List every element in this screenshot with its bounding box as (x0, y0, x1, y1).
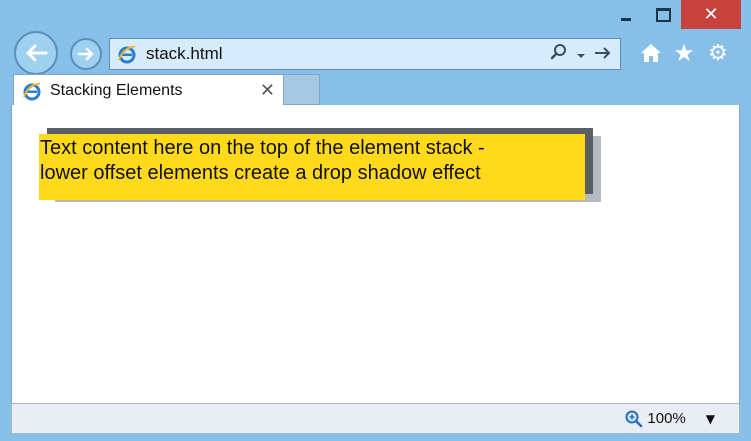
back-button[interactable] (14, 31, 58, 75)
minimize-icon (621, 18, 631, 21)
maximize-button[interactable] (646, 0, 680, 29)
address-bar[interactable]: stack.html (109, 38, 621, 70)
tab-stacking-elements[interactable]: Stacking Elements ✕ (13, 74, 284, 106)
go-arrow-icon[interactable] (594, 45, 612, 64)
forward-arrow-icon (77, 47, 94, 61)
zoom-icon[interactable] (625, 410, 643, 428)
tab-close-icon[interactable]: ✕ (260, 80, 275, 101)
gear-icon: ⚙ (708, 40, 728, 66)
status-bar: 100% ▼ (11, 403, 740, 434)
close-button[interactable]: ✕ (681, 0, 741, 29)
ie-logo-icon (116, 43, 138, 65)
maximize-icon (655, 7, 671, 22)
tab-title: Stacking Elements (50, 81, 183, 99)
stack-text-line-2: lower offset elements create a drop shad… (40, 162, 481, 184)
star-icon: ★ (673, 39, 695, 67)
browser-window: ✕ stack.html ★ ⚙ Stacking Elements ✕ Tex… (0, 0, 751, 441)
forward-button[interactable] (70, 38, 102, 70)
new-tab-button[interactable] (284, 74, 320, 105)
zoom-level[interactable]: 100% (647, 410, 685, 427)
page-content: Text content here on the top of the elem… (11, 105, 740, 403)
home-icon (641, 44, 661, 62)
search-icon[interactable] (550, 43, 568, 65)
chevron-down-icon[interactable] (576, 45, 586, 64)
minimize-button[interactable] (606, 0, 646, 29)
tools-button[interactable]: ⚙ (703, 38, 733, 68)
home-button[interactable] (636, 38, 666, 68)
ie-logo-icon (22, 81, 42, 101)
favorites-button[interactable]: ★ (669, 38, 699, 68)
back-arrow-icon (26, 44, 48, 62)
zoom-dropdown-icon[interactable]: ▼ (706, 412, 715, 426)
close-icon: ✕ (703, 4, 719, 25)
address-input[interactable]: stack.html (146, 44, 550, 64)
stack-text-line-1: Text content here on the top of the elem… (40, 137, 485, 159)
top-text-layer: Text content here on the top of the elem… (39, 134, 585, 200)
